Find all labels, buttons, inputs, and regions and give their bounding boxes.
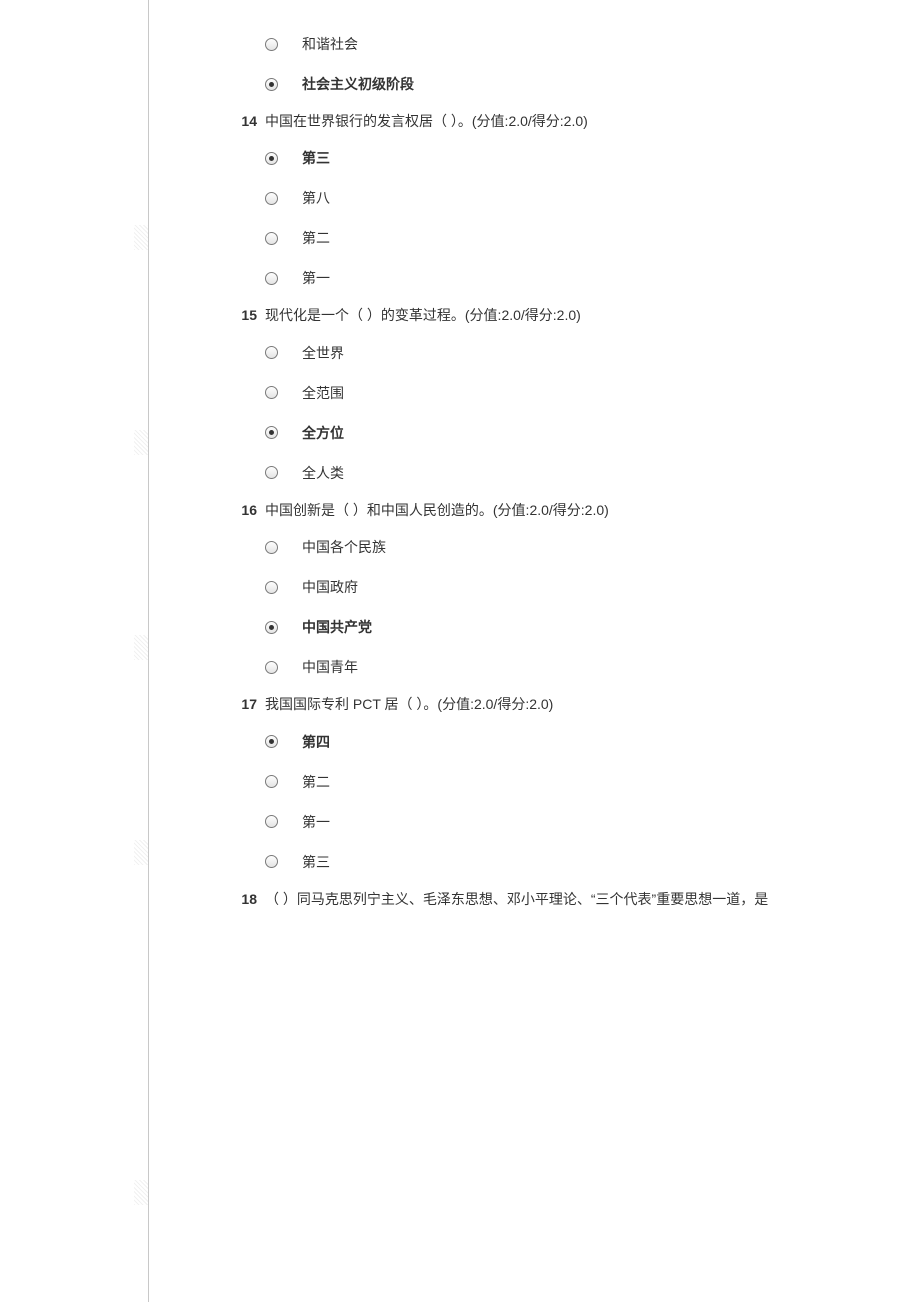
radio-icon[interactable] [265, 815, 278, 828]
option-label: 全方位 [302, 423, 344, 443]
option-label: 第四 [302, 732, 330, 752]
radio-icon[interactable] [265, 152, 278, 165]
option-row[interactable]: 第三 [149, 842, 920, 882]
option-label: 第一 [302, 812, 330, 832]
radio-icon[interactable] [265, 272, 278, 285]
question-text: 中国创新是（ ）和中国人民创造的。(分值:2.0/得分:2.0) [265, 499, 920, 521]
option-row[interactable]: 全方位 [149, 413, 920, 453]
radio-icon[interactable] [265, 855, 278, 868]
gutter-mark [134, 635, 148, 660]
option-label: 第八 [302, 188, 330, 208]
gutter-mark [134, 225, 148, 250]
radio-icon[interactable] [265, 735, 278, 748]
option-label: 第二 [302, 772, 330, 792]
questions-list: 14中国在世界银行的发言权居（ ）。(分值:2.0/得分:2.0)第三第八第二第… [149, 104, 920, 916]
option-label: 中国政府 [302, 577, 358, 597]
option-label: 第二 [302, 228, 330, 248]
option-label: 中国各个民族 [302, 537, 386, 557]
option-label: 全人类 [302, 463, 344, 483]
option-row[interactable]: 第一 [149, 258, 920, 298]
question-row: 15现代化是一个（ ）的变革过程。(分值:2.0/得分:2.0) [149, 298, 920, 332]
radio-icon[interactable] [265, 346, 278, 359]
question-row: 14中国在世界银行的发言权居（ ）。(分值:2.0/得分:2.0) [149, 104, 920, 138]
question-13-tail: 和谐社会社会主义初级阶段 [149, 24, 920, 104]
radio-icon[interactable] [265, 581, 278, 594]
option-row[interactable]: 中国共产党 [149, 607, 920, 647]
option-label: 第三 [302, 852, 330, 872]
option-row[interactable]: 第三 [149, 138, 920, 178]
option-row[interactable]: 第二 [149, 218, 920, 258]
left-gutter [0, 0, 148, 1302]
option-label: 第一 [302, 268, 330, 288]
radio-icon[interactable] [265, 38, 278, 51]
option-label: 社会主义初级阶段 [302, 74, 414, 94]
radio-icon[interactable] [265, 192, 278, 205]
option-row[interactable]: 第四 [149, 722, 920, 762]
option-row[interactable]: 全人类 [149, 453, 920, 493]
question-text: 现代化是一个（ ）的变革过程。(分值:2.0/得分:2.0) [265, 304, 920, 326]
option-label: 全范围 [302, 383, 344, 403]
question-row: 16中国创新是（ ）和中国人民创造的。(分值:2.0/得分:2.0) [149, 493, 920, 527]
radio-icon[interactable] [265, 775, 278, 788]
question-text: 中国在世界银行的发言权居（ ）。(分值:2.0/得分:2.0) [265, 110, 920, 132]
question-number: 14 [149, 110, 265, 132]
option-row[interactable]: 全范围 [149, 373, 920, 413]
question-number: 15 [149, 304, 265, 326]
radio-icon[interactable] [265, 466, 278, 479]
option-row[interactable]: 中国青年 [149, 647, 920, 687]
option-row[interactable]: 第八 [149, 178, 920, 218]
option-label: 和谐社会 [302, 34, 358, 54]
gutter-mark [134, 1180, 148, 1205]
radio-icon[interactable] [265, 541, 278, 554]
radio-icon[interactable] [265, 386, 278, 399]
radio-icon[interactable] [265, 661, 278, 674]
gutter-mark [134, 840, 148, 865]
option-label: 中国共产党 [302, 617, 372, 637]
content-area: 和谐社会社会主义初级阶段 14中国在世界银行的发言权居（ ）。(分值:2.0/得… [148, 0, 920, 1302]
gutter-mark [134, 430, 148, 455]
option-row[interactable]: 中国政府 [149, 567, 920, 607]
question-text: 我国国际专利 PCT 居（ ）。(分值:2.0/得分:2.0) [265, 693, 920, 715]
option-row[interactable]: 和谐社会 [149, 24, 920, 64]
option-row[interactable]: 第二 [149, 762, 920, 802]
question-text: （ ）同马克思列宁主义、毛泽东思想、邓小平理论、“三个代表”重要思想一道，是 [265, 888, 920, 910]
question-number: 17 [149, 693, 265, 715]
option-row[interactable]: 第一 [149, 802, 920, 842]
option-row[interactable]: 中国各个民族 [149, 527, 920, 567]
option-label: 中国青年 [302, 657, 358, 677]
radio-icon[interactable] [265, 78, 278, 91]
question-number: 18 [149, 888, 265, 910]
question-number: 16 [149, 499, 265, 521]
option-label: 全世界 [302, 343, 344, 363]
radio-icon[interactable] [265, 232, 278, 245]
radio-icon[interactable] [265, 621, 278, 634]
option-row[interactable]: 社会主义初级阶段 [149, 64, 920, 104]
option-label: 第三 [302, 148, 330, 168]
question-row: 18（ ）同马克思列宁主义、毛泽东思想、邓小平理论、“三个代表”重要思想一道，是 [149, 882, 920, 916]
question-row: 17我国国际专利 PCT 居（ ）。(分值:2.0/得分:2.0) [149, 687, 920, 721]
radio-icon[interactable] [265, 426, 278, 439]
option-row[interactable]: 全世界 [149, 333, 920, 373]
page: 和谐社会社会主义初级阶段 14中国在世界银行的发言权居（ ）。(分值:2.0/得… [0, 0, 920, 1302]
